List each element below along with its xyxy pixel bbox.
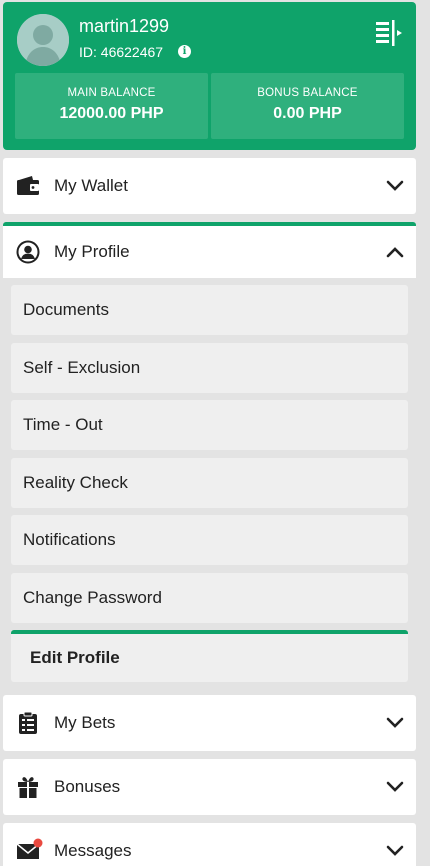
user-id: ID: 46622467 [79,44,164,60]
balances: MAIN BALANCE 12000.00 PHP BONUS BALANCE … [15,73,404,139]
submenu-notifications[interactable]: Notifications [11,515,408,565]
gift-icon [18,777,38,798]
avatar[interactable] [17,14,69,66]
menu-my-profile-label: My Profile [54,242,130,261]
chevron-down-icon [386,180,404,191]
envelope-icon [16,838,43,859]
chevron-down-icon [386,845,404,856]
main-balance-label: MAIN BALANCE [67,87,156,99]
bonus-balance-value: 0.00 PHP [273,105,342,122]
chevron-down-icon [386,717,404,728]
collapse-sidebar-button[interactable] [370,18,404,48]
wallet-icon [17,176,39,195]
submenu-self-exclusion[interactable]: Self - Exclusion [11,343,408,393]
bonus-balance-label: BONUS BALANCE [257,87,358,99]
submenu-reality-check[interactable]: Reality Check [11,458,408,508]
menu-my-bets-label: My Bets [54,713,116,732]
username: martin1299 [79,16,170,36]
menu-my-profile: My Profile Documents Self - Exclusion Ti… [3,222,416,688]
menu-messages-header[interactable]: Messages [3,823,416,866]
submenu-edit-profile[interactable]: Edit Profile [11,630,408,682]
menu-my-profile-header[interactable]: My Profile [3,226,416,278]
menu-my-wallet[interactable]: My Wallet [3,158,416,214]
menu-my-wallet-header[interactable]: My Wallet [3,158,416,214]
submenu-change-password[interactable]: Change Password [11,573,408,623]
menu-messages[interactable]: Messages [3,823,416,866]
chevron-down-icon [386,781,404,792]
info-icon[interactable]: i [178,45,191,58]
submenu-time-out[interactable]: Time - Out [11,400,408,450]
menu-messages-label: Messages [54,841,132,860]
account-header: martin1299 ID: 46622467 i MAIN BALANCE 1… [3,2,416,150]
menu-my-bets-header[interactable]: My Bets [3,695,416,751]
menu-bonuses[interactable]: Bonuses [3,759,416,815]
user-circle-icon [16,240,40,264]
menu-bonuses-header[interactable]: Bonuses [3,759,416,815]
menu-my-wallet-label: My Wallet [54,176,128,195]
submenu-documents[interactable]: Documents [11,285,408,335]
menu-my-bets[interactable]: My Bets [3,695,416,751]
chevron-up-icon [386,247,404,258]
main-balance-value: 12000.00 PHP [59,105,164,122]
collapse-menu-icon [376,20,402,46]
main-balance: MAIN BALANCE 12000.00 PHP [15,73,208,139]
bonus-balance: BONUS BALANCE 0.00 PHP [211,73,404,139]
clipboard-icon [19,711,37,734]
menu-bonuses-label: Bonuses [54,777,121,796]
